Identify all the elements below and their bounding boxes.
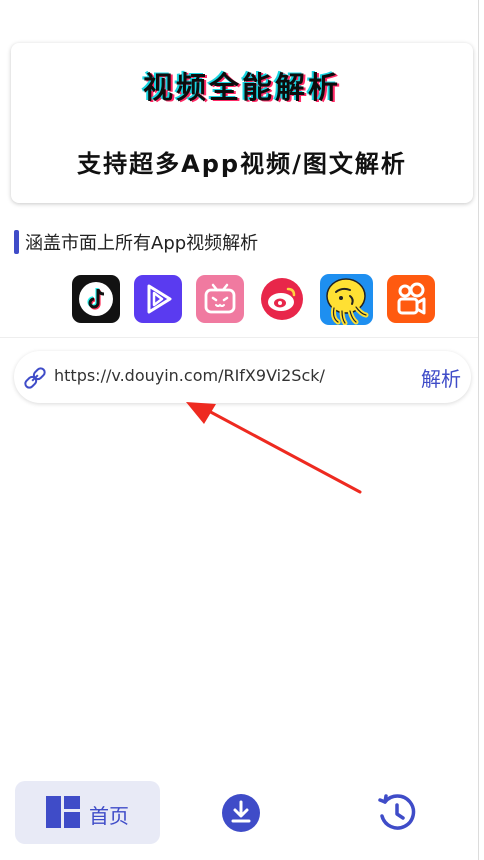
section-title: 涵盖市面上所有App视频解析 (25, 233, 259, 254)
nav-home-label: 首页 (89, 804, 129, 828)
banner-subtitle: 支持超多App视频/图文解析 (77, 150, 407, 178)
banner-card: 视频全能解析 支持超多App视频/图文解析 (11, 43, 473, 203)
nav-home-tab[interactable]: 首页 (15, 781, 160, 844)
parse-button[interactable]: 解析 (421, 363, 461, 392)
yellow-mascot-icon[interactable] (320, 274, 373, 325)
banner-title: 视频全能解析 (143, 71, 341, 106)
download-icon[interactable] (220, 792, 262, 834)
section-heading: 涵盖市面上所有App视频解析 (14, 230, 258, 254)
tiktok-icon[interactable] (72, 275, 120, 323)
history-icon[interactable] (376, 792, 418, 834)
link-icon (21, 364, 49, 392)
supported-apps-row (72, 274, 449, 325)
dashboard-icon (46, 796, 80, 832)
bottom-nav: 首页 (0, 770, 478, 860)
weibo-icon[interactable] (258, 275, 306, 323)
url-input[interactable]: https://v.douyin.com/RIfX9Vi2Sck/ (54, 366, 325, 385)
video-play-icon[interactable] (134, 275, 182, 323)
section-accent-bar (14, 230, 19, 254)
kuaishou-icon[interactable] (387, 275, 435, 323)
right-edge-line (478, 0, 479, 860)
bilibili-icon[interactable] (196, 275, 244, 323)
url-input-box[interactable]: https://v.douyin.com/RIfX9Vi2Sck/ 解析 (14, 351, 471, 403)
section-divider (0, 337, 478, 338)
